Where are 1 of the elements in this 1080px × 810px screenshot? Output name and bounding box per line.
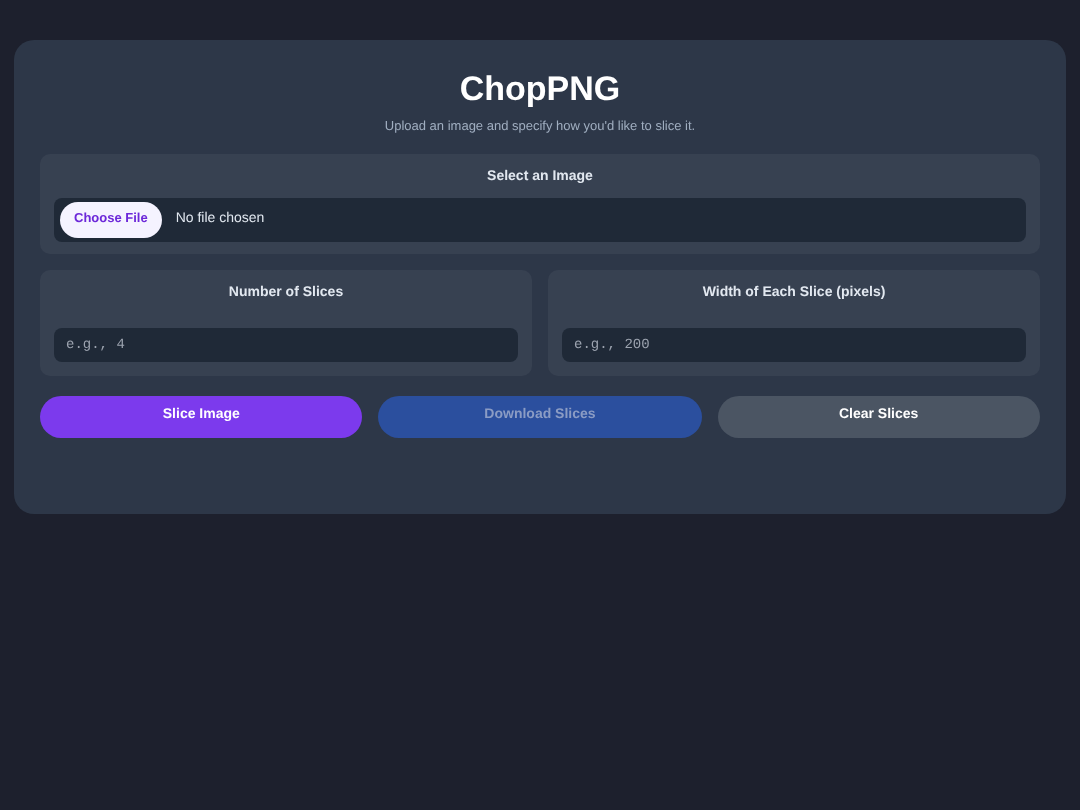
app-title: ChopPNG <box>457 68 623 112</box>
